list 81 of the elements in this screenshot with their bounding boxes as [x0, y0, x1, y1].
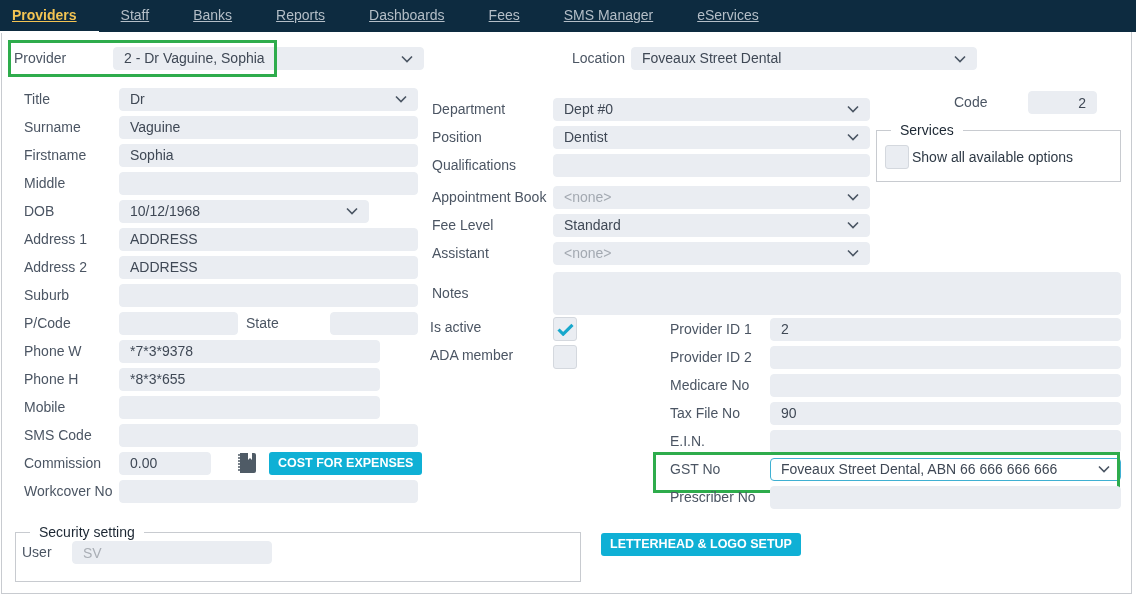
nav-tab[interactable]: Reports — [264, 0, 348, 33]
field-label: GST No — [670, 459, 722, 479]
field-label: Location — [572, 49, 626, 68]
nav-tab[interactable]: Banks — [181, 0, 255, 33]
field-label: Is active — [430, 317, 483, 337]
dropdown[interactable]: Dentist — [553, 125, 870, 149]
chevron-down-icon — [1098, 465, 1110, 473]
group-title: Security setting — [38, 525, 136, 539]
dropdown[interactable]: 2 - Dr Vaguine, Sophia — [113, 47, 424, 70]
chevron-down-icon — [395, 95, 407, 103]
text-field[interactable]: ADDRESS — [119, 255, 418, 279]
field-label: Code — [954, 93, 989, 112]
checkbox[interactable] — [553, 317, 577, 341]
field-label: Prescriber No — [670, 487, 757, 507]
field-label: Address 1 — [24, 229, 89, 249]
text-field[interactable] — [770, 429, 1121, 453]
text-field[interactable]: Sophia — [119, 143, 418, 167]
field-label: Suburb — [24, 285, 71, 305]
checkbox[interactable] — [885, 145, 909, 169]
dropdown[interactable]: 10/12/1968 — [119, 199, 369, 223]
field-label: Assistant — [432, 243, 490, 263]
field-label: User — [22, 543, 53, 562]
field-label: Provider ID 2 — [670, 347, 753, 367]
dropdown[interactable]: Standard — [553, 213, 870, 237]
chevron-down-icon — [847, 133, 859, 141]
chevron-down-icon — [954, 54, 966, 63]
text-field[interactable]: Vaguine — [119, 115, 418, 139]
field-label: Workcover No — [24, 481, 114, 501]
text-field[interactable]: 2 — [1028, 91, 1097, 114]
field-label: Notes — [432, 284, 470, 303]
dropdown[interactable]: Foveaux Street Dental, ABN 66 666 666 666 — [770, 457, 1121, 481]
text-field[interactable]: *8*3*655 — [119, 367, 380, 391]
field-label: Title — [24, 89, 51, 109]
chevron-down-icon — [847, 105, 859, 113]
field-label: Department — [432, 99, 507, 119]
field-label: Appointment Book — [432, 187, 548, 207]
field-label: Provider — [14, 49, 68, 68]
field-label: Fee Level — [432, 215, 495, 235]
field-label: Tax File No — [670, 403, 742, 423]
chevron-down-icon — [401, 54, 413, 63]
group-title: Services — [899, 123, 955, 137]
field-label: E.I.N. — [670, 431, 706, 451]
field-label: Position — [432, 127, 483, 147]
chevron-down-icon — [847, 193, 859, 201]
field-label: Qualifications — [432, 155, 518, 175]
nav-tab[interactable]: Dashboards — [357, 0, 467, 33]
field-label: Phone W — [24, 341, 83, 361]
nav-tab[interactable]: Fees — [476, 0, 542, 33]
text-field[interactable]: 2 — [770, 317, 1121, 341]
dropdown[interactable]: Foveaux Street Dental — [631, 47, 977, 70]
field-label: Address 2 — [24, 257, 89, 277]
dropdown[interactable]: Dept #0 — [553, 97, 870, 121]
field-label: State — [246, 313, 280, 333]
text-field[interactable]: ADDRESS — [119, 227, 418, 251]
field-label: DOB — [24, 201, 56, 221]
field-label: Phone H — [24, 369, 80, 389]
field-label: Commission — [24, 453, 102, 473]
nav-tab[interactable]: SMS Manager — [551, 0, 676, 33]
chevron-down-icon — [847, 249, 859, 257]
notebook-icon[interactable] — [237, 452, 257, 474]
dropdown[interactable]: Dr — [119, 87, 418, 111]
field-label: ADA member — [430, 345, 515, 365]
field-label: Middle — [24, 173, 67, 193]
text-field[interactable]: 0.00 — [119, 451, 211, 475]
field-label: P/Code — [24, 313, 72, 333]
field-label: Firstname — [24, 145, 88, 165]
nav-tab[interactable]: Staff — [108, 0, 172, 33]
field-label: Provider ID 1 — [670, 319, 753, 339]
text-field[interactable]: *7*3*9378 — [119, 339, 380, 363]
chevron-down-icon — [847, 221, 859, 229]
nav-tab[interactable]: Providers — [0, 0, 99, 33]
field-label: Surname — [24, 117, 82, 137]
nav-tab[interactable]: eServices — [685, 0, 781, 33]
option-label: Show all available options — [912, 147, 1074, 167]
text-field[interactable] — [770, 485, 1121, 509]
field-label: Mobile — [24, 397, 67, 417]
field-label: SMS Code — [24, 425, 93, 445]
field-label: Medicare No — [670, 375, 751, 395]
chevron-down-icon — [346, 207, 358, 215]
text-field[interactable]: 90 — [770, 401, 1121, 425]
checkbox[interactable] — [553, 345, 577, 369]
